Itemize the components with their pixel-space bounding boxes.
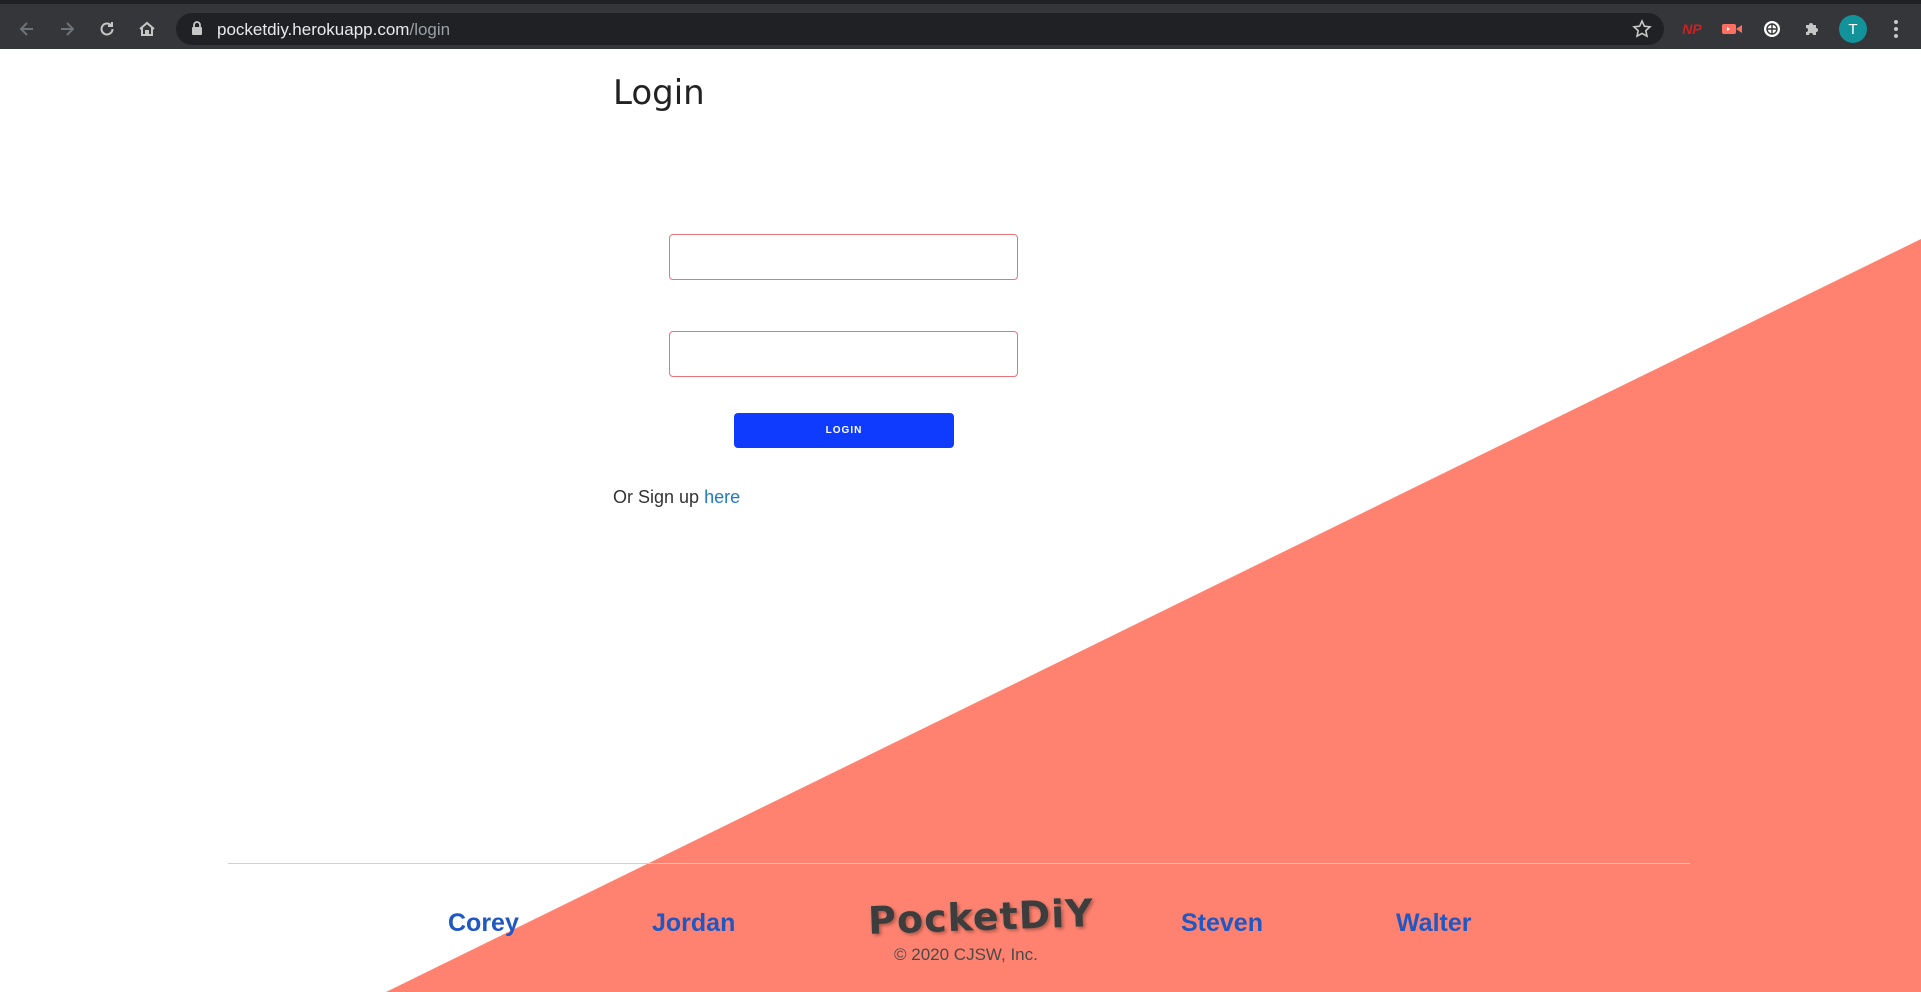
footer-link-walter[interactable]: Walter [1396,909,1471,938]
signup-text: Or Sign up [613,487,700,507]
page-title: Login [613,73,705,113]
signup-link[interactable]: here [704,487,740,507]
page-content: Login LOGIN Or Sign up here Corey Jordan… [0,49,1921,992]
footer-link-jordan[interactable]: Jordan [652,909,735,938]
reload-icon[interactable] [92,14,122,44]
puzzle-icon[interactable] [1799,16,1825,42]
np-extension-label: NP [1682,21,1702,37]
menu-icon[interactable] [1884,17,1908,41]
login-button[interactable]: LOGIN [734,413,954,448]
signup-prompt: Or Sign up here [613,487,740,508]
home-icon[interactable] [132,14,162,44]
password-field[interactable] [669,331,1018,377]
back-icon[interactable] [12,14,42,44]
footer-link-corey[interactable]: Corey [448,909,519,938]
footer-link-steven[interactable]: Steven [1181,909,1263,938]
username-field[interactable] [669,234,1018,280]
lock-icon[interactable] [191,21,203,41]
forward-icon[interactable] [52,14,82,44]
video-extension-icon[interactable] [1719,16,1745,42]
globe-extension-icon[interactable] [1759,16,1785,42]
background-diagonal-shape [386,239,1921,992]
profile-avatar[interactable]: T [1839,15,1867,43]
url-path: /login [409,20,451,39]
address-bar[interactable]: pocketdiy.herokuapp.com/login [176,13,1664,45]
browser-toolbar: pocketdiy.herokuapp.com/login NP T [0,0,1921,49]
footer-divider [228,863,1690,864]
np-extension-icon[interactable]: NP [1679,16,1705,42]
url-text[interactable]: pocketdiy.herokuapp.com/login [217,20,450,40]
copyright-text: © 2020 CJSW, Inc. [894,945,1038,964]
url-host: pocketdiy.herokuapp.com [217,20,410,39]
footer-logo: PocketDiY [867,891,1095,943]
profile-initial: T [1848,20,1858,38]
star-icon[interactable] [1632,19,1652,44]
